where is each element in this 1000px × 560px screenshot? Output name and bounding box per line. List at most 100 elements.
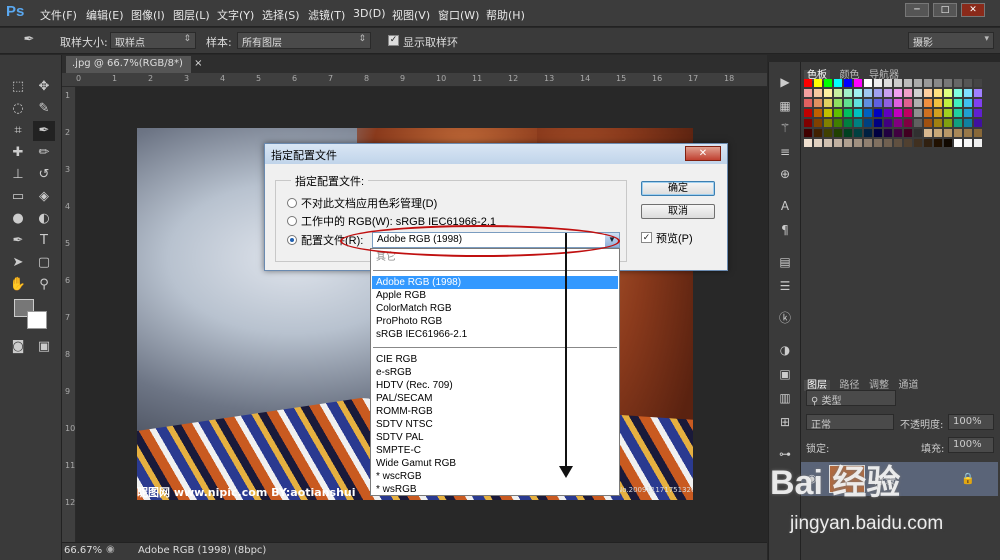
dropdown-option[interactable]: SDTV PAL (372, 431, 618, 444)
dialog-close-button[interactable]: ✕ (685, 146, 721, 161)
color-swatch[interactable] (874, 139, 882, 147)
workspace-select[interactable]: 摄影 ▾ (908, 32, 994, 49)
color-swatch[interactable] (894, 89, 902, 97)
menu-item[interactable]: 帮助(H) (486, 7, 525, 23)
color-swatch[interactable] (964, 99, 972, 107)
menu-item[interactable]: 文字(Y) (217, 7, 254, 23)
type-tool-icon[interactable]: T (33, 231, 55, 251)
info-icon[interactable]: ▤ (774, 252, 796, 272)
color-swatch[interactable] (964, 119, 972, 127)
sample-size-select[interactable]: 取样点 ⇕ (110, 32, 196, 49)
color-swatch[interactable] (924, 139, 932, 147)
zoom-tool-icon[interactable]: ⚲ (33, 275, 55, 295)
menu-item[interactable]: 3D(D) (353, 7, 386, 20)
pen-tool-icon[interactable]: ✒ (7, 231, 29, 251)
dropdown-option[interactable]: ROMM-RGB (372, 405, 618, 418)
color-swatch[interactable] (954, 109, 962, 117)
menu-item[interactable]: 选择(S) (262, 7, 300, 23)
working-rgb-radio[interactable] (287, 216, 297, 226)
color-swatch[interactable] (804, 89, 812, 97)
color-swatch[interactable] (884, 99, 892, 107)
paint-bucket-icon[interactable]: ◈ (33, 187, 55, 207)
color-swatch[interactable] (834, 109, 842, 117)
color-swatch[interactable] (944, 109, 952, 117)
color-swatch[interactable] (964, 89, 972, 97)
quick-select-tool-icon[interactable]: ✎ (33, 99, 55, 119)
healing-tool-icon[interactable]: ✚ (7, 143, 29, 163)
eraser-tool-icon[interactable]: ▭ (7, 187, 29, 207)
color-swatch[interactable] (824, 129, 832, 137)
color-swatch[interactable] (884, 79, 892, 87)
dropdown-option[interactable]: Adobe RGB (1998) (372, 276, 618, 289)
color-swatch[interactable] (834, 139, 842, 147)
color-swatch[interactable] (964, 139, 972, 147)
color-swatch[interactable] (924, 109, 932, 117)
color-swatches[interactable] (804, 79, 984, 149)
color-swatch[interactable] (974, 119, 982, 127)
color-swatch[interactable] (854, 129, 862, 137)
color-swatch[interactable] (804, 129, 812, 137)
color-swatch[interactable] (954, 119, 962, 127)
color-swatch[interactable] (814, 129, 822, 137)
dropdown-option[interactable]: SDTV NTSC (372, 418, 618, 431)
notes-icon[interactable]: ▥ (774, 388, 796, 408)
color-swatch[interactable] (844, 119, 852, 127)
color-swatch[interactable] (924, 89, 932, 97)
color-swatch[interactable] (804, 99, 812, 107)
color-swatch[interactable] (844, 109, 852, 117)
color-swatch[interactable] (894, 129, 902, 137)
color-swatch[interactable] (904, 139, 912, 147)
history-icon[interactable]: ▦ (774, 96, 796, 116)
eyedropper-icon[interactable]: ✒ (18, 30, 40, 50)
tab-channels[interactable]: 通道 (899, 380, 919, 391)
color-swatch[interactable] (844, 129, 852, 137)
menu-item[interactable]: 编辑(E) (86, 7, 124, 23)
color-swatch[interactable] (844, 139, 852, 147)
color-swatch[interactable] (894, 79, 902, 87)
menu-item[interactable]: 视图(V) (392, 7, 430, 23)
color-swatch[interactable] (814, 119, 822, 127)
color-swatch[interactable] (944, 139, 952, 147)
shape-tool-icon[interactable]: ▢ (33, 253, 55, 273)
color-swatch[interactable] (904, 109, 912, 117)
color-swatch[interactable] (814, 109, 822, 117)
color-swatch[interactable] (824, 79, 832, 87)
color-swatch[interactable] (854, 119, 862, 127)
color-swatch[interactable] (834, 79, 842, 87)
status-info-icon[interactable]: ◉ (106, 544, 115, 555)
opacity-field[interactable]: 100% (948, 414, 994, 430)
color-swatch[interactable] (894, 119, 902, 127)
background-color-swatch[interactable] (27, 311, 47, 329)
preview-checkbox[interactable]: ✓ (641, 232, 652, 243)
minimize-button[interactable]: ─ (905, 3, 929, 17)
color-swatch[interactable] (844, 79, 852, 87)
play-icon[interactable]: ▶ (774, 72, 796, 92)
profile-radio[interactable] (287, 235, 297, 245)
dropdown-option[interactable]: SMPTE-C (372, 444, 618, 457)
quick-mask-icon[interactable]: ◙ (7, 337, 29, 357)
color-swatch[interactable] (944, 89, 952, 97)
color-swatch[interactable] (814, 99, 822, 107)
color-swatch[interactable] (944, 79, 952, 87)
menu-item[interactable]: 图层(L) (173, 7, 210, 23)
color-swatch[interactable] (954, 89, 962, 97)
no-color-management-radio[interactable] (287, 198, 297, 208)
color-swatch[interactable] (974, 129, 982, 137)
layer-kind-filter[interactable]: ⚲ 类型 (806, 390, 896, 407)
lasso-tool-icon[interactable]: ◌ (7, 99, 29, 119)
color-swatch[interactable] (914, 139, 922, 147)
color-swatch[interactable] (824, 89, 832, 97)
color-swatch[interactable] (914, 99, 922, 107)
color-swatch[interactable] (834, 119, 842, 127)
maximize-button[interactable]: □ (933, 3, 957, 17)
sample-select[interactable]: 所有图层 ⇕ (237, 32, 371, 49)
crop-tool-icon[interactable]: ⌗ (7, 121, 29, 141)
color-swatch[interactable] (804, 139, 812, 147)
color-swatch[interactable] (864, 99, 872, 107)
color-swatch[interactable] (954, 99, 962, 107)
kuler-icon[interactable]: ⓚ (774, 308, 796, 328)
history-brush-icon[interactable]: ↺ (33, 165, 55, 185)
color-swatch[interactable] (904, 129, 912, 137)
dropdown-option[interactable]: Wide Gamut RGB (372, 457, 618, 470)
blend-mode-select[interactable]: 正常 (806, 414, 894, 431)
